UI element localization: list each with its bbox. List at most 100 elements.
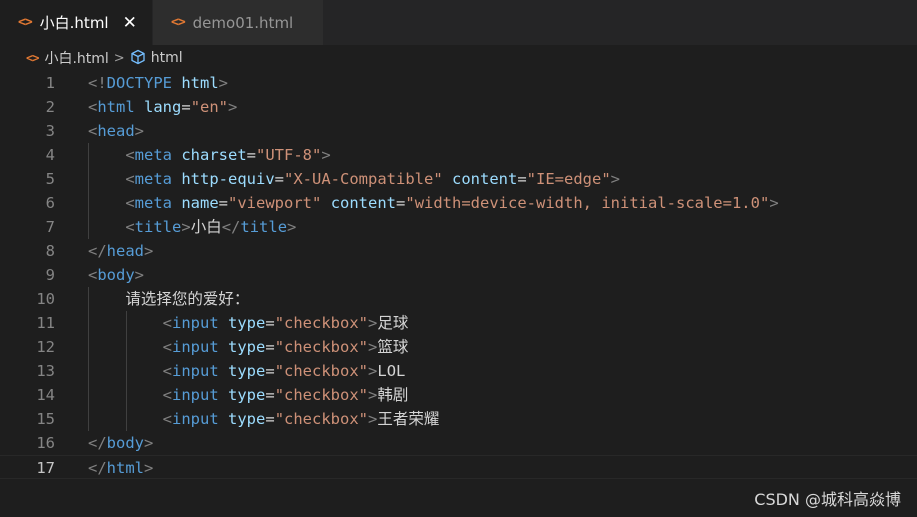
code-token: > [368,362,378,380]
code-token: = [265,410,275,428]
code-line[interactable]: 9 <body> [0,263,917,287]
code-line[interactable]: 2 <html lang="en"> [0,95,917,119]
code-token: input [172,338,219,356]
line-code: <input type="checkbox">王者荣耀 [88,407,440,431]
code-token: > [368,314,378,332]
code-token: < [125,146,135,164]
close-icon[interactable]: ✕ [123,13,137,33]
code-token: 篮球 [377,338,409,356]
code-line[interactable]: 4 <meta charset="UTF-8"> [0,143,917,167]
code-token: </ [88,242,107,260]
code-token: > [368,386,378,404]
code-line[interactable]: 5 <meta http-equiv="X-UA-Compatible" con… [0,167,917,191]
code-token: < [162,362,172,380]
code-token: < [162,410,172,428]
html-code-icon: <> [26,51,39,65]
line-number: 2 [45,98,55,116]
code-token: content [330,194,397,212]
breadcrumb-file[interactable]: 小白.html [44,48,108,68]
code-line[interactable]: 15 <input type="checkbox">王者荣耀 [0,407,917,431]
line-number: 9 [45,266,55,284]
code-line[interactable]: 10 请选择您的爱好： [0,287,917,311]
line-number: 7 [45,218,55,236]
code-line[interactable]: 11 <input type="checkbox">足球 [0,311,917,335]
code-token: < [162,314,172,332]
code-line[interactable]: 16 </body> [0,431,917,455]
code-token: < [162,338,172,356]
code-token: input [172,386,219,404]
code-token: > [134,266,145,284]
line-code: </html> [88,456,153,480]
breadcrumb-separator: > [113,50,125,66]
code-token: > [134,122,145,140]
code-token: 足球 [377,314,409,332]
code-line[interactable]: 8 </head> [0,239,917,263]
tab-xiaobai-html[interactable]: <> 小白.html ✕ [0,0,153,45]
code-token: 请选择您的爱好： [88,290,250,308]
line-code: <head> [88,119,144,143]
code-token: http-equiv [181,170,275,188]
code-editor[interactable]: 1 <!DOCTYPE html> 2 <html lang="en"> 3 <head>… [0,71,917,517]
code-line[interactable]: 3 <head> [0,119,917,143]
line-code: <meta charset="UTF-8"> [88,143,330,167]
code-token: type [228,386,266,404]
code-token: = [218,194,229,212]
line-number: 4 [45,146,55,164]
code-token: 韩剧 [377,386,409,404]
line-number: 11 [36,314,55,332]
watermark: CSDN @城科高焱博 [754,490,901,509]
code-token: < [125,194,135,212]
code-token: > [144,459,154,477]
line-code: </head> [88,239,153,263]
line-number: 1 [45,74,55,92]
code-line[interactable]: 6 <meta name="viewport" content="width=d… [0,191,917,215]
line-number: 12 [36,338,55,356]
code-token: < [88,98,98,116]
line-code: <html lang="en"> [88,95,237,119]
line-code: 请选择您的爱好： [88,287,249,311]
code-token: content [452,170,518,188]
line-number: 10 [36,290,55,308]
code-token: "checkbox" [274,362,369,380]
code-token: body [106,434,144,452]
line-code: </body> [88,431,153,455]
code-token: title [240,218,288,236]
code-line[interactable]: 12 <input type="checkbox">篮球 [0,335,917,359]
code-line[interactable]: 7 <title>小白</title> [0,215,917,239]
tab-label: demo01.html [192,13,294,32]
code-token: "en" [190,98,229,116]
code-token: "checkbox" [274,314,369,332]
code-token: > [610,170,621,188]
code-token: < [88,266,98,284]
code-token: = [265,314,275,332]
line-number: 14 [36,386,55,404]
code-line[interactable]: 13 <input type="checkbox">LOL [0,359,917,383]
code-token: > [218,74,229,92]
code-token: "viewport" [228,194,322,212]
code-token: type [228,362,266,380]
html-code-icon: <> [171,15,186,30]
code-token: meta [134,194,172,212]
code-token: > [287,218,297,236]
code-line[interactable]: 17 </html> [0,455,917,479]
code-token: name [181,194,219,212]
code-line[interactable]: 14 <input type="checkbox">韩剧 [0,383,917,407]
tab-demo01-html[interactable]: <> demo01.html [153,0,323,45]
html-code-icon: <> [18,15,33,30]
code-token: <! [88,74,107,92]
code-line[interactable]: 1 <!DOCTYPE html> [0,71,917,95]
code-token: "checkbox" [274,410,369,428]
breadcrumb-symbol[interactable]: html [151,50,183,66]
